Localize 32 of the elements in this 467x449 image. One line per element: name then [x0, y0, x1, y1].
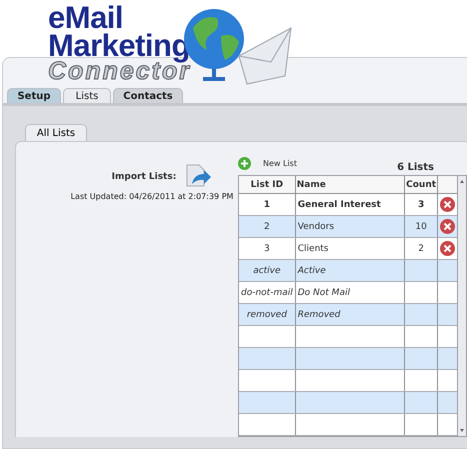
table-cell: 3 — [418, 200, 424, 210]
column-header: List ID — [239, 176, 296, 194]
table-cell: Do Not Mail — [298, 288, 350, 298]
new-list-button[interactable]: New List — [238, 157, 297, 170]
table-cell: 1 — [264, 200, 270, 210]
scrollbar[interactable] — [457, 176, 466, 436]
table-cell: Vendors — [298, 222, 334, 232]
table-cell: Active — [298, 266, 326, 276]
plus-icon — [238, 157, 251, 170]
last-updated-text: Last Updated: 04/26/2011 at 2:07:39 PM — [70, 192, 234, 201]
table-cell: Removed — [298, 310, 340, 320]
tab[interactable]: Lists — [63, 88, 111, 103]
delete-icon[interactable] — [440, 241, 456, 256]
list-count: 6 Lists — [397, 162, 434, 173]
table-cell: active — [253, 266, 281, 276]
tab[interactable]: Setup — [7, 88, 61, 103]
column-header: Name — [295, 176, 405, 194]
table-cell: do-not-mail — [241, 288, 293, 298]
column-header: Count — [404, 176, 438, 194]
logo-text: eMail — [48, 2, 124, 33]
table-cell: 10 — [415, 222, 427, 232]
table-cell: 3 — [264, 244, 270, 254]
table-cell: 2 — [418, 244, 424, 254]
table-cell: 2 — [264, 222, 270, 232]
tab[interactable]: Contacts — [113, 88, 183, 103]
delete-icon[interactable] — [440, 219, 456, 234]
tab[interactable]: All Lists — [25, 124, 87, 141]
table-cell: General Interest — [298, 200, 381, 210]
table-cell: Clients — [298, 244, 328, 254]
table-cell: removed — [246, 310, 287, 320]
delete-icon[interactable] — [440, 197, 456, 212]
import-label: Import Lists: — [112, 172, 176, 182]
